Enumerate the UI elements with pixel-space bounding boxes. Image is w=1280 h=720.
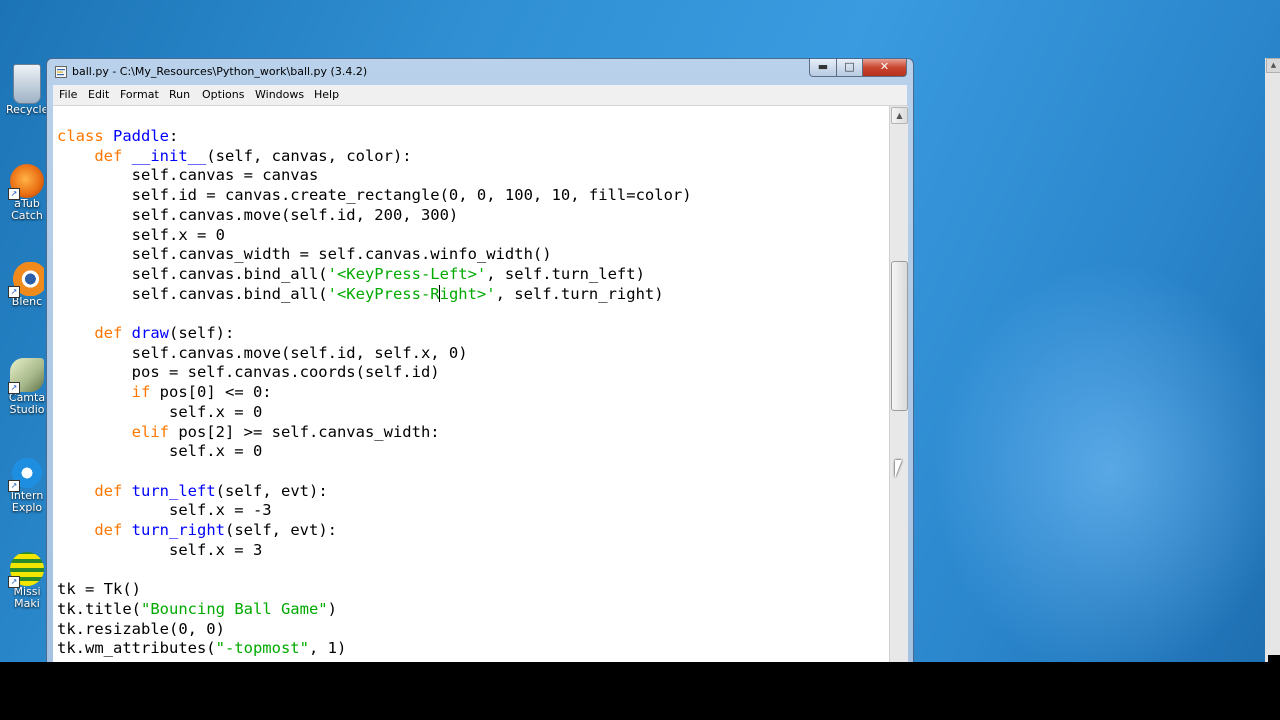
menu-format[interactable]: Format [120,88,159,101]
idle-editor-window[interactable]: ball.py - C:\My_Resources\Python_work\ba… [46,58,914,662]
minimize-icon: ▬ [817,60,829,73]
text-cursor [439,284,441,302]
python-file-icon [55,66,67,78]
scroll-up-arrow-icon[interactable]: ▲ [1266,58,1280,73]
desktop-icon-atube-catcher[interactable]: ↗ aTub Catch [6,164,48,222]
desktop-icon-label: Recycle [6,104,48,116]
desktop-icon-label: Camta Studio [8,392,46,416]
desktop-wallpaper-glow [930,260,1280,662]
desktop-icon-camtasia[interactable]: ↗ Camta Studio [6,358,48,416]
recycle-bin-icon [13,64,41,104]
mission-maker-icon: ↗ [8,552,44,588]
code-editor[interactable]: class Paddle: def __init__(self, canvas,… [53,106,889,662]
mouse-pointer-icon [895,460,902,478]
background-window-scrollbar[interactable]: ▲ [1265,58,1280,662]
desktop-icon-mission-maker[interactable]: ↗ Missi Maki [6,552,48,610]
menu-help[interactable]: Help [314,88,339,101]
close-button[interactable]: ✕ [862,59,907,77]
close-icon: ✕ [879,60,890,73]
internet-explorer-icon: ↗ [8,456,44,492]
menu-file[interactable]: File [59,88,77,101]
menu-bar: File Edit Format Run Options Windows Hel… [53,85,907,106]
maximize-button[interactable]: □ [836,59,863,77]
scroll-up-arrow-icon[interactable]: ▲ [891,107,908,124]
shortcut-arrow-icon: ↗ [8,286,20,298]
camtasia-icon: ↗ [8,358,44,394]
menu-run[interactable]: Run [169,88,190,101]
scrollbar-thumb[interactable] [891,261,908,411]
shortcut-arrow-icon: ↗ [8,576,20,588]
title-bar[interactable]: ball.py - C:\My_Resources\Python_work\ba… [47,59,913,85]
code-text[interactable]: class Paddle: def __init__(self, canvas,… [57,127,692,659]
letterbox-bar [0,662,1280,720]
menu-edit[interactable]: Edit [88,88,109,101]
desktop-icon-internet-explorer[interactable]: ↗ Intern Explo [6,456,48,514]
desktop: Recycle ↗ aTub Catch ↗ Blenc ↗ Camta Stu… [0,0,1280,662]
menu-options[interactable]: Options [202,88,244,101]
desktop-icon-blender[interactable]: ↗ Blenc [6,262,48,308]
maximize-icon: □ [844,60,855,73]
vertical-scrollbar[interactable]: ▲ [889,106,908,662]
taskbar-corner [1268,655,1280,662]
desktop-icon-label: Missi Maki [13,586,41,610]
menu-windows[interactable]: Windows [255,88,304,101]
window-title: ball.py - C:\My_Resources\Python_work\ba… [72,65,368,78]
atube-catcher-icon: ↗ [8,164,44,200]
desktop-icon-label: Intern Explo [10,490,44,514]
desktop-icon-label: aTub Catch [11,198,43,222]
shortcut-arrow-icon: ↗ [8,188,20,200]
minimize-button[interactable]: ▬ [809,59,837,77]
shortcut-arrow-icon: ↗ [8,382,20,394]
shortcut-arrow-icon: ↗ [8,480,20,492]
desktop-icon-recycle-bin[interactable]: Recycle [6,64,48,116]
blender-icon: ↗ [8,262,44,298]
